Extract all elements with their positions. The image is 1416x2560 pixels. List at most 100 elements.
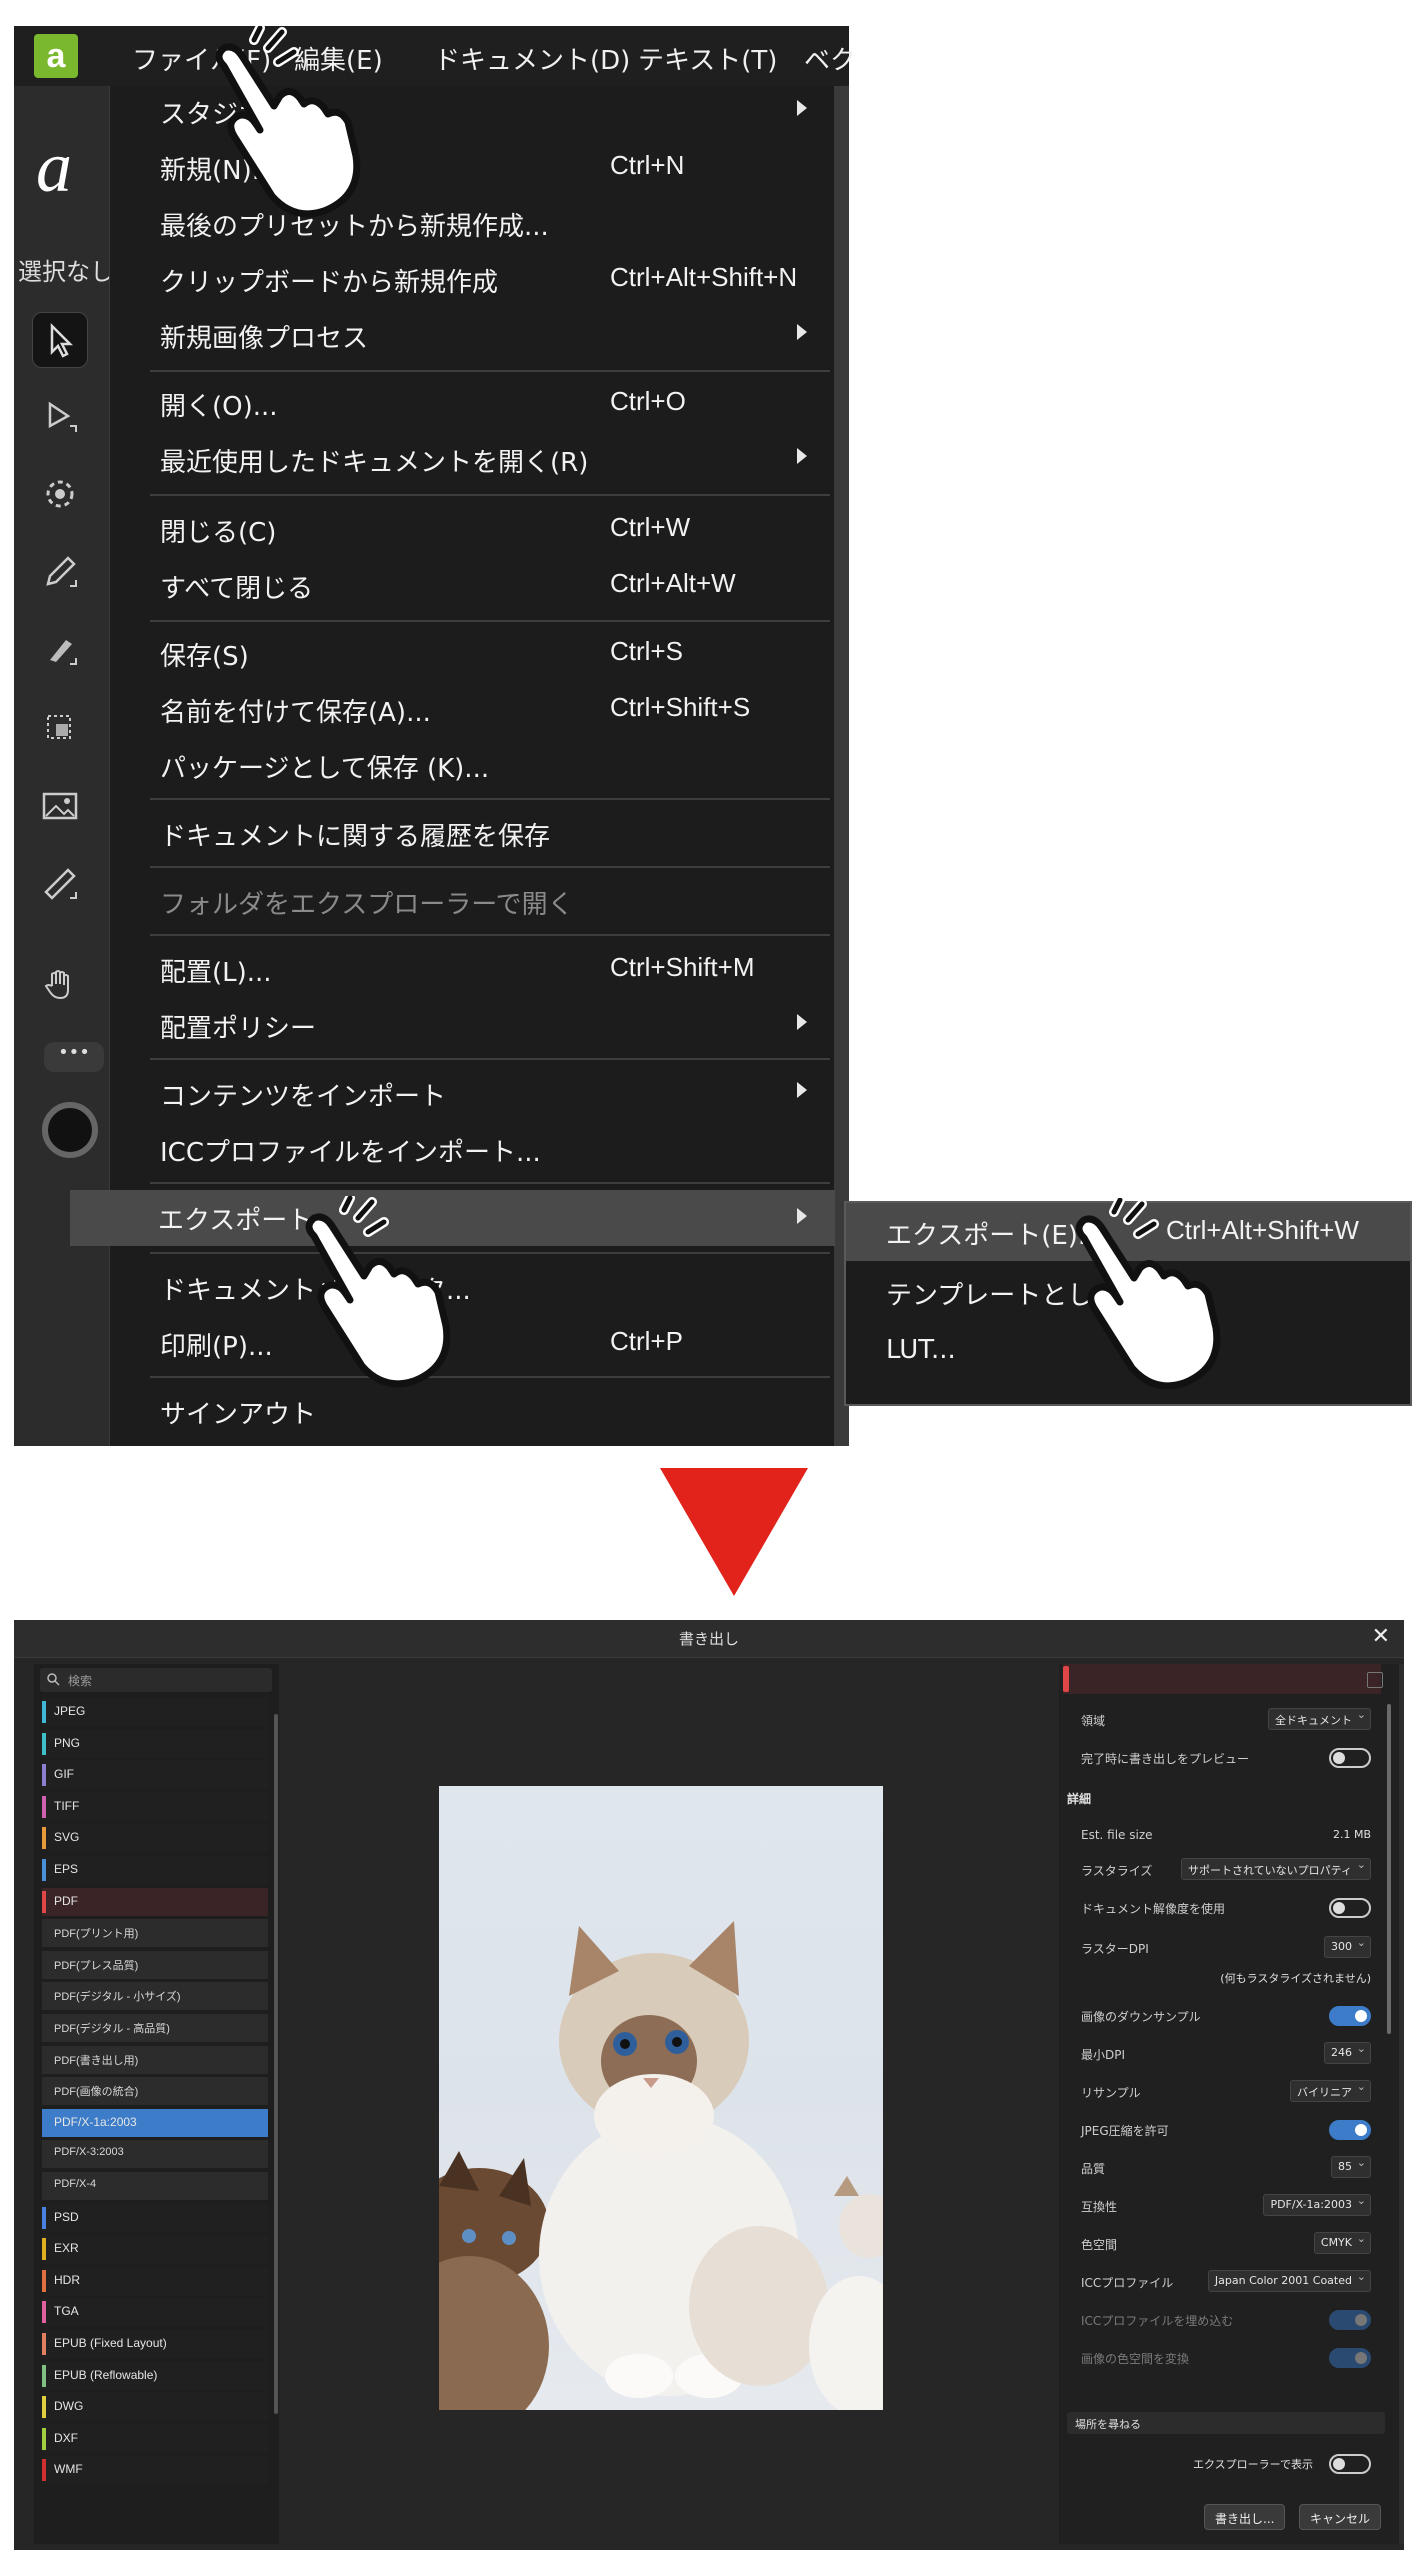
format-name: PSD [54,2209,79,2224]
downsample-toggle[interactable] [1329,2006,1371,2026]
menu-item-open-recent[interactable]: 最近使用したドキュメントを開く(R) [110,434,835,484]
hand-tool-icon[interactable] [32,956,88,1012]
format-item[interactable]: TIFF [42,1792,268,1821]
menu-item-close-all[interactable]: すべて閉じる Ctrl+Alt+W [110,560,835,610]
scrollbar[interactable] [274,1714,278,2414]
menu-item-import-icc[interactable]: ICCプロファイルをインポート... [110,1124,835,1174]
cancel-button[interactable]: キャンセル [1299,2504,1382,2530]
format-item[interactable]: WMF [42,2456,268,2485]
convert-label: 画像の色空間を変換 [1081,2352,1190,2366]
measure-tool-icon[interactable] [32,856,88,912]
format-color-marker [42,1795,46,1818]
move-tool-icon[interactable] [32,312,88,368]
rasterize-label: ラスタライズ [1081,1864,1153,1878]
embed-icc-label: ICCプロファイルを埋め込む [1081,2314,1234,2328]
format-item[interactable]: DWG [42,2393,268,2422]
area-dropdown[interactable]: 全ドキュメント [1268,1708,1371,1730]
menu-item-save-as[interactable]: 名前を付けて保存(A)... Ctrl+Shift+S [110,684,835,734]
menu-separator [150,1058,830,1060]
menu-item-label: ドキュメントに関する履歴を保存 [160,822,551,852]
submenu-arrow-icon [797,448,807,464]
jpeg-toggle[interactable] [1329,2120,1371,2140]
pencil-tool-icon[interactable] [32,544,88,600]
export-dialog: 書き出し ✕ 検索 JPEG PNG GIF TIFF SVG EPS PDF PDF(プリン… [14,1620,1404,2550]
menu-item-save-package[interactable]: パッケージとして保存 (K)... [110,740,835,790]
format-item[interactable]: PNG [42,1729,268,1758]
menu-text[interactable]: テキスト(T) [638,40,777,77]
format-item[interactable]: EXR [42,2235,268,2264]
format-item[interactable]: PDF(プレス品質) [42,1950,268,1979]
format-item[interactable]: EPS [42,1856,268,1884]
format-color-marker [42,1701,46,1723]
format-item[interactable]: PSD [42,2203,268,2232]
format-item[interactable]: PDF/X-4 [42,2172,268,2200]
crop-tool-icon[interactable] [32,700,88,756]
format-item[interactable]: PDF(プリント用) [42,1919,268,1948]
menu-document[interactable]: ドキュメント(D) [434,40,630,77]
explorer-toggle[interactable] [1329,2454,1371,2474]
format-item[interactable]: TGA [42,2298,268,2327]
location-dropdown[interactable]: 場所を尋ねる [1067,2412,1385,2434]
chevron-down-icon[interactable] [1367,1672,1383,1688]
menu-item-close[interactable]: 閉じる(C) Ctrl+W [110,504,835,554]
format-item[interactable]: PDF(デジタル - 高品質) [42,2014,268,2042]
menu-item-open[interactable]: 開く(O)... Ctrl+O [110,378,835,428]
menu-vector[interactable]: ベク [804,40,856,77]
menu-item-shortcut: Ctrl+Alt+Shift+N [610,262,798,292]
search-input[interactable]: 検索 [40,1668,272,1692]
format-name: PDF/X-4 [54,2178,97,2190]
format-item[interactable]: EPUB (Fixed Layout) [42,2330,268,2358]
export-button[interactable]: 書き出し... [1204,2504,1286,2530]
downsample-row: 画像のダウンサンプル [1081,2004,1371,2028]
menu-separator [150,620,830,622]
menu-item-place[interactable]: 配置(L)... Ctrl+Shift+M [110,944,835,994]
menu-item-document-metadata[interactable]: ドキュメントメタデータ... [110,1262,835,1312]
docres-toggle[interactable] [1329,1898,1371,1918]
menu-item-save-history[interactable]: ドキュメントに関する履歴を保存 [110,808,835,858]
format-item[interactable]: PDF/X-3:2003 [42,2140,268,2169]
app-logo-large: a [36,127,72,207]
menu-item-sign-out[interactable]: サインアウト [110,1386,835,1436]
preview-toggle[interactable] [1329,1748,1371,1768]
format-item[interactable]: DXF [42,2424,268,2453]
format-item[interactable]: HDR [42,2266,268,2295]
format-name: PNG [54,1735,81,1750]
menu-item-new-from-clipboard[interactable]: クリップボードから新規作成 Ctrl+Alt+Shift+N [110,254,835,304]
format-color-marker [42,1764,46,1787]
more-tools-button[interactable]: ••• [44,1042,104,1072]
icc-dropdown[interactable]: Japan Color 2001 Coated [1207,2270,1371,2292]
format-item[interactable]: SVG [42,1824,268,1853]
image-tool-icon[interactable] [32,778,88,834]
format-item[interactable]: JPEG [42,1698,268,1726]
rotate-tool-icon[interactable] [32,466,88,522]
colorspace-dropdown[interactable]: CMYK [1313,2232,1371,2254]
format-item[interactable]: PDF [42,1887,268,1916]
nothing-rasterized-note: (何もラスタライズされません) [1220,1972,1371,1985]
menu-item-save[interactable]: 保存(S) Ctrl+S [110,628,835,678]
format-item[interactable]: PDF(デジタル - 小サイズ) [42,1982,268,2011]
color-wheel-icon[interactable] [42,1102,98,1158]
format-item[interactable]: PDF/X-1a:2003 [42,2108,268,2137]
dpi-dropdown[interactable]: 300 [1324,1936,1371,1958]
compat-dropdown[interactable]: PDF/X-1a:2003 [1263,2194,1371,2216]
min-dpi-dropdown[interactable]: 246 [1324,2042,1371,2064]
menu-item-new-image-process[interactable]: 新規画像プロセス [110,310,835,360]
quality-dropdown[interactable]: 85 [1331,2156,1371,2178]
menu-item-import-content[interactable]: コンテンツをインポート [110,1068,835,1118]
menu-item-label: 印刷(P)... [160,1332,273,1362]
file-menu-screenshot: a ファイル(F) 編集(E) ドキュメント(D) テキスト(T) ベク a 選… [14,26,1412,1446]
menu-item-print[interactable]: 印刷(P)... Ctrl+P [110,1318,835,1368]
node-tool-icon[interactable] [32,388,88,444]
format-item[interactable]: EPUB (Reflowable) [42,2361,268,2390]
format-item[interactable]: PDF(画像の統合) [42,2077,268,2106]
menu-separator [150,1252,830,1254]
preset-header[interactable] [1063,1664,1381,1694]
scrollbar[interactable] [1387,1704,1391,2034]
rasterize-dropdown[interactable]: サポートされていないプロパティ [1180,1858,1371,1880]
format-item[interactable]: PDF(書き出し用) [42,2045,268,2074]
format-item[interactable]: GIF [42,1761,268,1790]
menu-item-place-policy[interactable]: 配置ポリシー [110,1000,835,1050]
resample-dropdown[interactable]: バイリニア [1290,2080,1371,2102]
brush-tool-icon[interactable] [32,622,88,678]
close-icon[interactable]: ✕ [1372,1624,1390,1649]
